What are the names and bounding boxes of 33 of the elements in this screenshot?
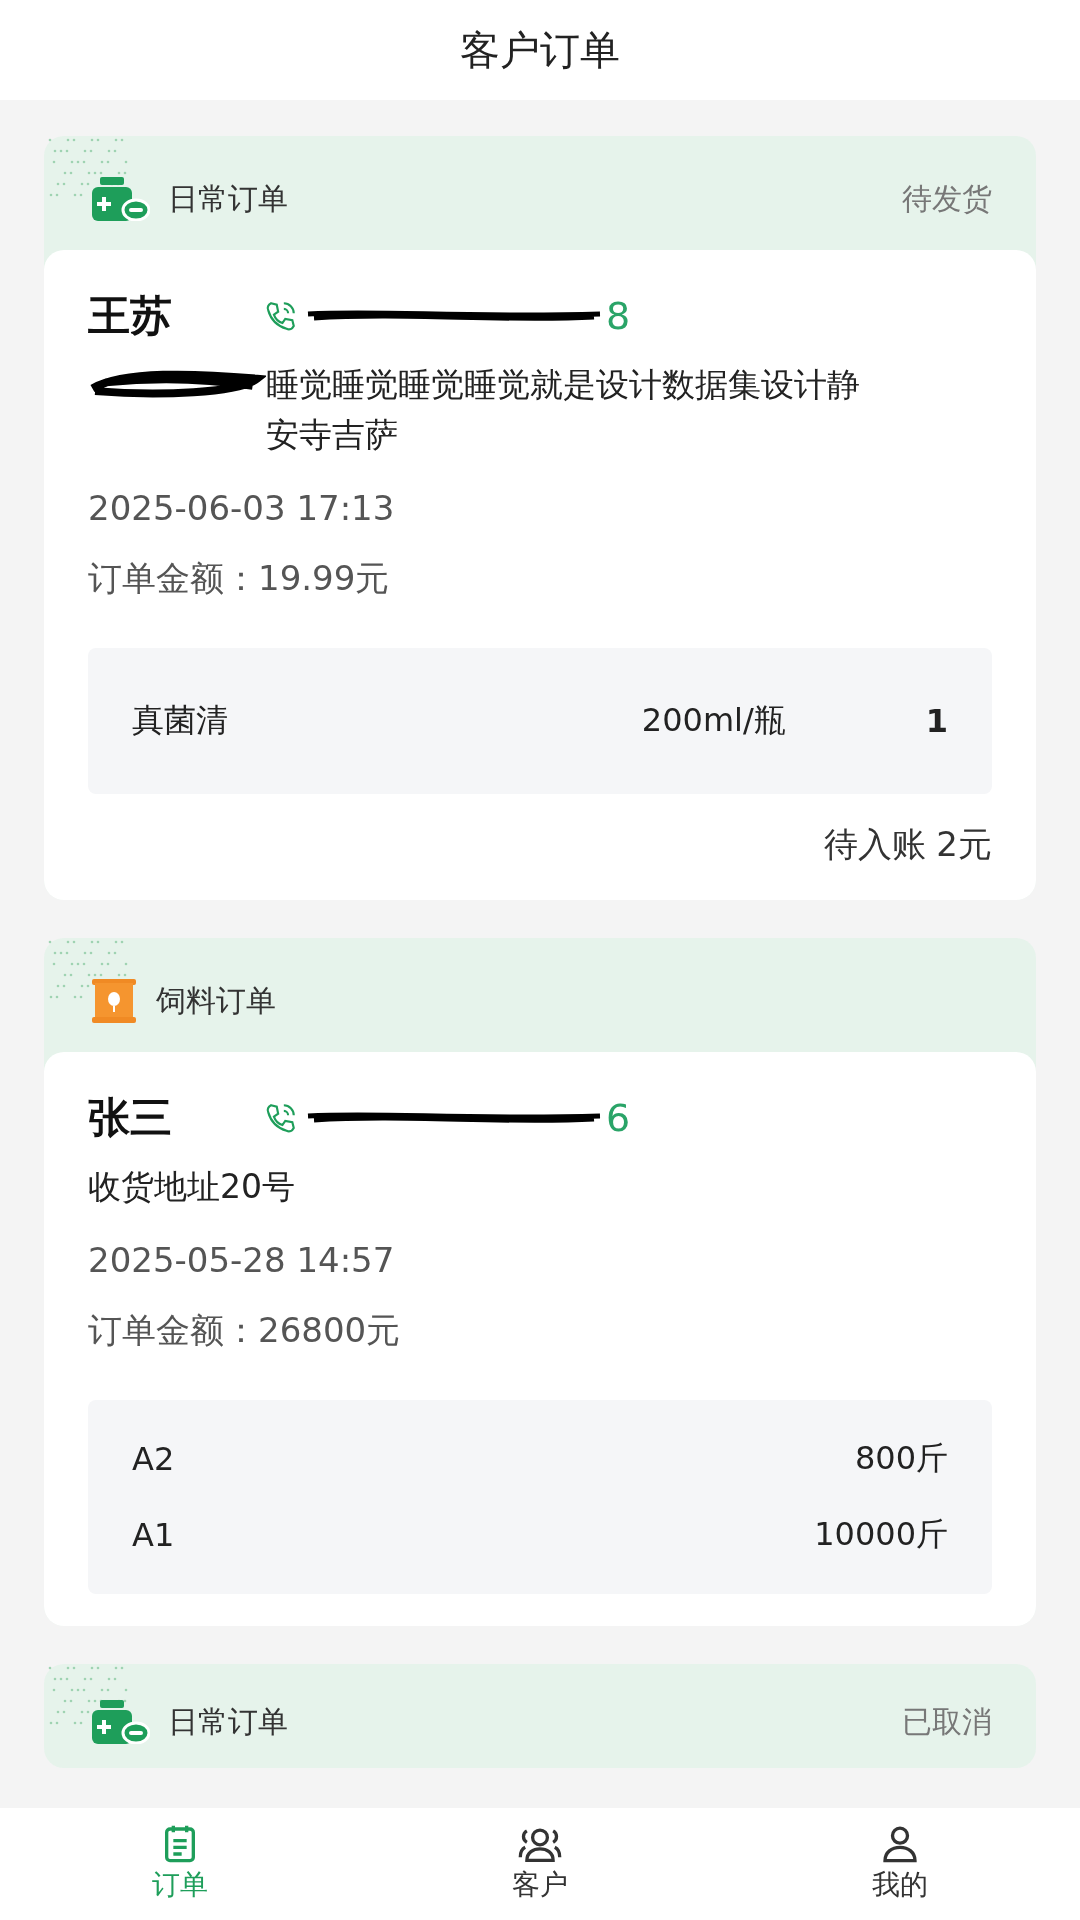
delivery-address: 收货地址20号 <box>88 1166 295 1208</box>
nav-tab[interactable]: 客户 <box>360 1808 720 1920</box>
medicine-box-icon <box>90 1700 150 1744</box>
product-quantity: 800斤 <box>854 1438 948 1479</box>
page-title: 客户订单 <box>460 25 620 75</box>
product-quantity: 1 <box>925 702 948 740</box>
product-name: A2 <box>132 1440 175 1478</box>
product-name: A1 <box>132 1516 175 1554</box>
product-quantity: 10000斤 <box>814 1514 948 1555</box>
phone-icon[interactable] <box>264 1101 298 1135</box>
order-time: 2025-05-28 14:57 <box>88 1240 396 1280</box>
nav-tab[interactable]: 我的 <box>720 1808 1080 1920</box>
order-card[interactable]: 日常订单 已取消 <box>44 1664 1036 1768</box>
order-card[interactable]: 日常订单 待发货 王苏 8 睡觉睡觉睡觉睡觉就是设计数据集设计静安寺吉萨 2025-06-03 17:13 订单金额：19.99元 真菌清 200ml/瓶 1 待入账 2元 <box>44 136 1036 900</box>
delivery-address: 睡觉睡觉睡觉睡觉就是设计数据集设计静安寺吉萨 <box>266 364 861 456</box>
order-type: 日常订单 <box>168 179 288 218</box>
order-amount: 订单金额：26800元 <box>88 1309 402 1352</box>
user-icon <box>880 1824 920 1864</box>
customer-name: 张三 <box>88 1092 173 1144</box>
product-name: 真菌清 <box>132 700 228 741</box>
order-status: 已取消 <box>902 1702 992 1741</box>
order-status: 待发货 <box>902 179 992 218</box>
customer-name: 王苏 <box>88 290 173 342</box>
medicine-box-icon <box>90 177 150 221</box>
order-time: 2025-06-03 17:13 <box>88 488 396 528</box>
order-card[interactable]: 饲料订单 张三 6 收货地址20号 2025-05-28 14:57 订单金额：26800元 A2 800斤 A1 10000斤 <box>44 938 1036 1626</box>
product-spec: 200ml/瓶 <box>641 700 786 741</box>
order-amount: 订单金额：19.99元 <box>88 557 391 600</box>
order-type: 饲料订单 <box>156 981 276 1020</box>
feed-bag-icon <box>90 977 138 1025</box>
phone-icon[interactable] <box>264 299 298 333</box>
order-type: 日常订单 <box>168 1702 288 1741</box>
pending-credit: 待入账 2元 <box>822 823 992 866</box>
